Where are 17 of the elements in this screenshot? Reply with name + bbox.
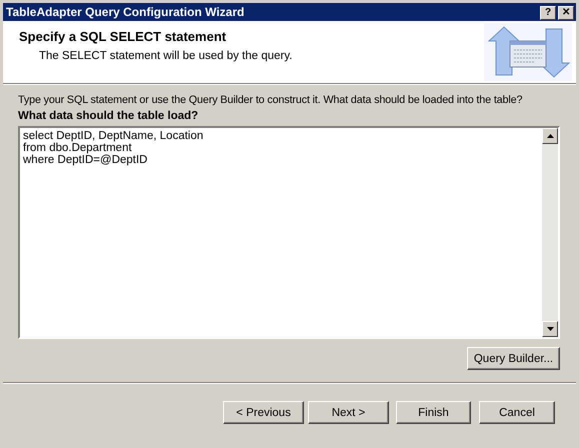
sql-text-area[interactable]: select DeptID, DeptName, Location from dbo.Department where DeptID=@DeptID — [18, 126, 560, 339]
field-label: What data should the table load? — [18, 110, 200, 122]
scroll-up-icon[interactable] — [546, 134, 554, 138]
scroll-down-icon[interactable] — [546, 327, 554, 331]
vertical-scrollbar[interactable] — [542, 128, 558, 337]
instruction-text: Type your SQL statement or use the Query Builder to construct it. What data should be loaded into the table? — [18, 94, 524, 106]
page-title: Specify a SQL SELECT statement — [19, 29, 228, 44]
help-button[interactable]: ? — [540, 6, 556, 20]
query-builder-button[interactable]: Query Builder... — [467, 347, 560, 370]
table-sync-arrows-icon — [484, 23, 572, 81]
next-button[interactable]: Next > — [308, 401, 389, 424]
previous-button[interactable]: < Previous — [223, 401, 304, 424]
window-title: TableAdapter Query Configuration Wizard — [6, 5, 246, 19]
page-subtitle: The SELECT statement will be used by the query. — [39, 50, 294, 62]
close-button[interactable]: ✕ — [558, 6, 574, 20]
finish-button[interactable]: Finish — [396, 401, 471, 424]
cancel-button[interactable]: Cancel — [479, 401, 555, 424]
